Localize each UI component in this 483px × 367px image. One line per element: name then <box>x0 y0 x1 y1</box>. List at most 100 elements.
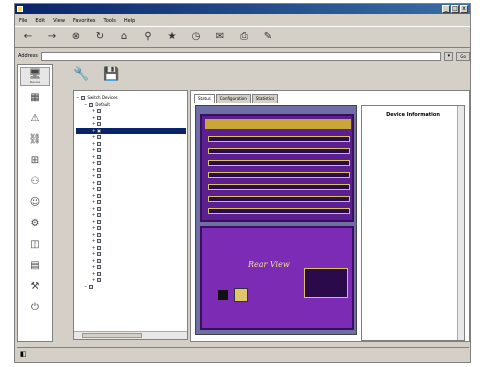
report-icon: ▤ <box>30 260 40 271</box>
edit-button[interactable]: ✎ <box>259 28 277 46</box>
switch-icon <box>97 174 102 179</box>
address-label: Address <box>18 53 38 59</box>
expand-toggle-icon[interactable]: + <box>92 277 95 284</box>
device-icon: 🖥 <box>28 69 42 80</box>
nav-group[interactable]: ⚇ <box>20 172 50 191</box>
switch-icon <box>97 180 102 185</box>
tree-node-label: Default <box>95 101 110 107</box>
switch-icon <box>97 161 102 166</box>
nav-monitor[interactable]: ◫ <box>20 235 50 254</box>
nav-logout[interactable]: ⏻ <box>20 298 50 317</box>
group-icon: ⚇ <box>30 176 40 187</box>
menu-tools[interactable]: Tools <box>104 18 116 24</box>
title-bar: _ □ x <box>15 4 470 14</box>
port-row[interactable] <box>208 208 350 214</box>
stop-button[interactable]: ⊗ <box>67 28 85 46</box>
mail-button[interactable]: ✉ <box>211 28 229 46</box>
info-vertical-scrollbar[interactable] <box>457 106 464 340</box>
switch-icon <box>97 271 102 276</box>
back-button[interactable]: ← <box>19 28 37 46</box>
chevron-down-icon: ▾ <box>447 52 451 59</box>
tree-horizontal-scrollbar[interactable] <box>74 331 187 339</box>
nav-settings[interactable]: ⚙ <box>20 214 50 233</box>
switch-icon <box>97 245 102 250</box>
tab-statistics[interactable]: Statistics <box>251 94 279 103</box>
refresh-button[interactable]: ↻ <box>91 28 109 46</box>
folder-icon <box>81 96 86 101</box>
expand-toggle-icon[interactable]: − <box>84 102 87 109</box>
search-icon: ⚲ <box>144 31 152 42</box>
tab-status[interactable]: Status <box>194 94 215 103</box>
switch-icon <box>97 122 102 127</box>
switch-icon <box>97 135 102 140</box>
forward-button[interactable]: → <box>43 28 61 46</box>
menu-file[interactable]: File <box>19 18 27 24</box>
nav-tools[interactable]: ⚒ <box>20 277 50 296</box>
home-button[interactable]: ⌂ <box>115 28 133 46</box>
minimize-button[interactable]: _ <box>442 5 450 13</box>
address-input[interactable] <box>40 51 442 61</box>
port-row[interactable] <box>208 160 350 166</box>
maximize-button[interactable]: □ <box>451 5 459 13</box>
tree-node[interactable]: − <box>76 284 186 291</box>
port-row[interactable] <box>208 196 350 202</box>
nav-port[interactable]: ⊞ <box>20 151 50 170</box>
expand-toggle-icon[interactable]: − <box>84 284 87 291</box>
menu-bar: File Edit View Favorites Tools Help <box>15 16 470 25</box>
refresh-icon: ↻ <box>95 31 105 42</box>
history-button[interactable]: ◷ <box>187 28 205 46</box>
stop-icon: ⊗ <box>71 31 81 42</box>
nav-switch[interactable]: ▦ <box>20 88 50 107</box>
menu-favorites[interactable]: Favorites <box>73 18 96 24</box>
menu-view[interactable]: View <box>53 18 65 24</box>
switch-icon <box>97 239 102 244</box>
back-icon: ← <box>23 31 33 42</box>
browser-window: _ □ x File Edit View Favorites Tools Hel… <box>14 3 471 363</box>
favorites-button[interactable]: ★ <box>163 28 181 46</box>
switch-icon <box>97 193 102 198</box>
tab-configuration[interactable]: Configuration <box>215 94 251 103</box>
tools-icon: ⚒ <box>30 281 40 292</box>
switch-icon <box>97 252 102 257</box>
nav-network[interactable]: ⛓ <box>20 130 50 149</box>
save-icon[interactable]: 💾 <box>103 67 119 82</box>
switch-icon <box>97 148 102 153</box>
left-nav: 🖥 Device ▦ ⚠ ⛓ ⊞ ⚇ ☺ ⚙ ◫ ▤ ⚒ ⏻ <box>17 64 53 342</box>
switch-icon <box>97 265 102 270</box>
device-tree: − Switch Devices − Default + + + + + + + + + + + + + + + + +… <box>76 95 186 290</box>
folder-icon <box>89 284 94 289</box>
switch-icon <box>97 187 102 192</box>
page-icon: ◧ <box>20 349 27 358</box>
logout-icon: ⏻ <box>31 302 39 313</box>
nav-report[interactable]: ▤ <box>20 256 50 275</box>
nav-device[interactable]: 🖥 Device <box>20 67 50 86</box>
close-button[interactable]: x <box>460 5 468 13</box>
detail-panel: Status Configuration Statistics Rear Vie… <box>190 90 470 342</box>
print-button[interactable]: ⎙ <box>235 28 253 46</box>
port-row[interactable] <box>208 172 350 178</box>
wrench-icon[interactable]: 🔧 <box>73 67 89 82</box>
port-row[interactable] <box>208 184 350 190</box>
switch-icon <box>97 141 102 146</box>
switch-icon <box>97 109 102 114</box>
port-row[interactable] <box>208 148 350 154</box>
menu-edit[interactable]: Edit <box>35 18 45 24</box>
menu-help[interactable]: Help <box>124 18 135 24</box>
scroll-thumb[interactable] <box>82 333 142 338</box>
folder-icon <box>89 102 94 107</box>
edit-icon: ✎ <box>263 31 273 42</box>
port-row[interactable] <box>208 136 350 142</box>
device-front-panel[interactable] <box>200 114 354 222</box>
expand-toggle-icon[interactable]: − <box>76 95 79 102</box>
search-button[interactable]: ⚲ <box>139 28 157 46</box>
go-button[interactable]: Go <box>456 51 471 61</box>
nav-user[interactable]: ☺ <box>20 193 50 212</box>
content-toolbar: 🔧 💾 <box>73 67 119 82</box>
port-icon: ⊞ <box>30 155 40 166</box>
nav-alarm[interactable]: ⚠ <box>20 109 50 128</box>
power-switch <box>218 290 228 300</box>
device-rear-panel[interactable]: Rear View <box>200 226 354 330</box>
user-icon: ☺ <box>29 197 41 208</box>
address-dropdown-button[interactable]: ▾ <box>444 51 454 61</box>
front-panel-header <box>205 119 351 129</box>
